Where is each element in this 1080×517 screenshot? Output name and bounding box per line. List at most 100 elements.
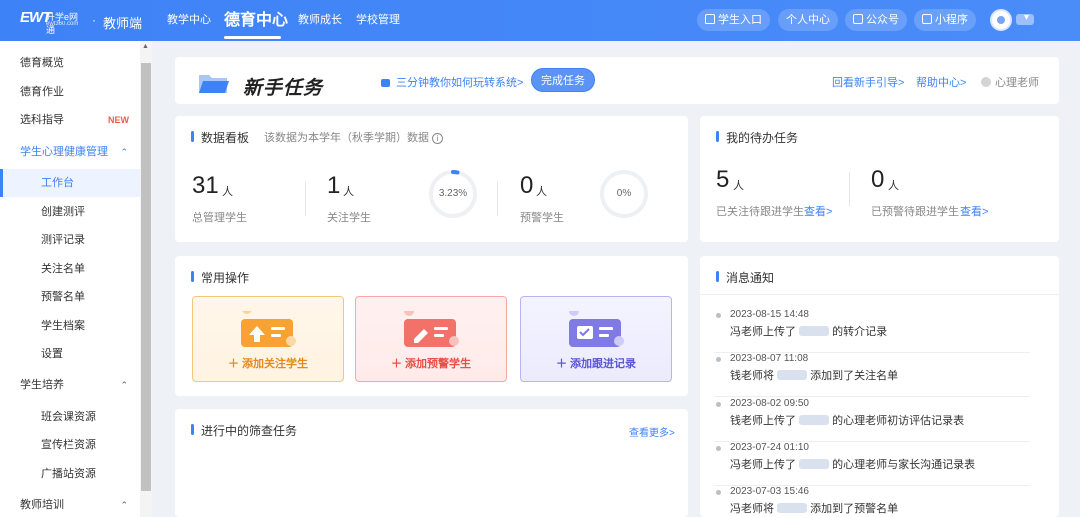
sidebar-item-label: 设置 xyxy=(41,348,63,360)
view-followed-link[interactable]: 查看> xyxy=(804,203,832,219)
complete-task-button[interactable]: 完成任务 xyxy=(531,68,595,92)
divider xyxy=(497,182,498,216)
user-menu-caret-icon[interactable]: ▾ xyxy=(1024,12,1029,23)
sidebar-item-label: 学生心理健康管理 xyxy=(20,146,108,158)
ewt-logo[interactable]: EWT 升学e网通 ewt360.com xyxy=(20,9,86,35)
help-center-link[interactable]: 帮助中心> xyxy=(916,74,966,90)
sidebar-item-label: 学生档案 xyxy=(41,320,85,332)
sidebar-item-attention-list[interactable]: 关注名单 xyxy=(0,255,140,283)
teacher-role: 心理老师 xyxy=(981,74,1039,90)
add-attention-student-button[interactable]: ＋ 添加关注学生 xyxy=(192,296,344,382)
operations-title: 常用操作 xyxy=(191,269,249,286)
total-students-label: 总管理学生 xyxy=(192,212,247,224)
sidebar-group-mental-health[interactable]: 学生心理健康管理 ⌃ xyxy=(0,138,140,166)
sidebar-group-teacher-training[interactable]: 教师培训 ⌃ xyxy=(0,491,140,517)
personal-center-label: 个人中心 xyxy=(786,14,830,26)
screening-tasks-card: 进行中的筛查任务 查看更多> xyxy=(175,409,688,517)
sidebar-group-student-cultivation[interactable]: 学生培养 ⌃ xyxy=(0,371,140,399)
notification-text: 钱老师上传了 的心理老师初访评估记录表 xyxy=(730,412,964,428)
sidebar-item-create-assessment[interactable]: 创建测评 xyxy=(0,198,140,226)
sidebar-item-label: 学生培养 xyxy=(20,379,64,391)
notification-text: 冯老师上传了 的心理老师与家长沟通记录表 xyxy=(730,456,975,472)
sidebar-item-broadcast-resources[interactable]: 广播站资源 xyxy=(0,460,140,488)
add-warning-student-button[interactable]: ＋ 添加预警学生 xyxy=(355,296,507,382)
sidebar-item-label: 宣传栏资源 xyxy=(41,439,96,451)
review-guide-link[interactable]: 回看新手引导> xyxy=(832,74,904,90)
student-entry-label: 学生入口 xyxy=(718,14,762,26)
sidebar-item-label: 预警名单 xyxy=(41,291,85,303)
sidebar-item-assessment-records[interactable]: 测评记录 xyxy=(0,226,140,254)
chevron-up-icon: ⌃ xyxy=(120,147,128,157)
sidebar-item-bulletin-resources[interactable]: 宣传栏资源 xyxy=(0,431,140,459)
view-warned-link[interactable]: 查看> xyxy=(960,203,988,219)
add-warning-student-label: ＋ 添加预警学生 xyxy=(390,358,472,370)
role-separator: · xyxy=(92,13,96,27)
sidebar-item-label: 选科指导 xyxy=(20,114,64,126)
logo-domain: ewt360.com xyxy=(46,21,79,27)
nav-teaching-center[interactable]: 教学中心 xyxy=(167,0,211,41)
warned-pending-label: 已预警待跟进学生 xyxy=(871,206,959,218)
screening-title: 进行中的筛查任务 xyxy=(191,422,297,439)
attention-students-label: 关注学生 xyxy=(327,212,371,224)
teacher-role-label: 心理老师 xyxy=(995,77,1039,89)
folder-icon xyxy=(199,75,229,93)
sidebar-item-moral-homework[interactable]: 德育作业 xyxy=(0,78,140,106)
followup-record-illustration xyxy=(569,311,624,347)
add-followup-record-label: ＋ 添加跟进记录 xyxy=(555,358,637,370)
divider xyxy=(849,172,850,206)
new-badge: NEW xyxy=(108,115,129,125)
notification-suffix: 的心理老师初访评估记录表 xyxy=(832,415,965,427)
sidebar-scroll-thumb[interactable] xyxy=(141,63,151,491)
sidebar-item-label: 班会课资源 xyxy=(41,411,96,423)
notification-text: 钱老师将 添加到了关注名单 xyxy=(730,367,898,383)
redacted-student-name xyxy=(799,459,830,469)
banner-title: 新手任务 xyxy=(243,78,324,99)
sidebar-item-subject-guide[interactable]: 选科指导 NEW xyxy=(0,106,140,134)
active-nav-indicator xyxy=(224,36,281,39)
sidebar-item-workbench[interactable]: 工作台 xyxy=(0,169,140,197)
sidebar-item-label: 工作台 xyxy=(41,177,74,189)
notification-item[interactable]: 2023-08-07 11:08 钱老师将 添加到了关注名单 xyxy=(714,353,1030,397)
redacted-student-name xyxy=(799,415,830,425)
sidebar: 德育概览 德育作业 选科指导 NEW 学生心理健康管理 ⌃ 工作台 创建测评 测评记… xyxy=(0,41,152,517)
user-avatar[interactable] xyxy=(990,9,1012,31)
notification-item[interactable]: 2023-07-24 01:10 冯老师上传了 的心理老师与家长沟通记录表 xyxy=(714,442,1030,486)
notification-prefix: 冯老师上传了 xyxy=(730,326,796,338)
todo-tasks-card: 我的待办任务 5 人 已关注待跟进学生 查看> 0 人 已预警待跟进学生 查看> xyxy=(700,116,1059,242)
todo-title: 我的待办任务 xyxy=(716,129,798,146)
warned-pending-value: 0 xyxy=(871,166,885,193)
divider xyxy=(305,182,306,216)
official-account-button[interactable]: 公众号 xyxy=(845,9,907,31)
role-label: 教师端 xyxy=(103,16,143,31)
student-entry-button[interactable]: 学生入口 xyxy=(697,9,770,31)
followed-pending-label: 已关注待跟进学生 xyxy=(716,206,804,218)
common-operations-card: 常用操作 ＋ 添加关注学生 ＋ 添加预警学生 ＋ 添加跟进记录 xyxy=(175,256,688,396)
scroll-up-arrow-icon[interactable]: ▲ xyxy=(142,43,149,50)
view-more-link[interactable]: 查看更多> xyxy=(629,424,675,439)
sidebar-item-settings[interactable]: 设置 xyxy=(0,340,140,368)
sidebar-item-class-meeting-resources[interactable]: 班会课资源 xyxy=(0,403,140,431)
redacted-student-name xyxy=(777,370,808,380)
nav-school-management[interactable]: 学校管理 xyxy=(356,0,400,41)
sidebar-item-warning-list[interactable]: 预警名单 xyxy=(0,283,140,311)
sidebar-item-label: 测评记录 xyxy=(41,234,85,246)
nav-teacher-growth[interactable]: 教师成长 xyxy=(298,0,342,41)
warning-students-label: 预警学生 xyxy=(520,212,564,224)
notification-suffix: 添加到了预警名单 xyxy=(810,503,899,515)
notification-item[interactable]: 2023-07-03 15:46 冯老师将 添加到了预警名单 xyxy=(714,486,1030,517)
personal-center-button[interactable]: 个人中心 xyxy=(778,9,838,31)
sidebar-item-moral-overview[interactable]: 德育概览 xyxy=(0,49,140,77)
notifications-title: 消息通知 xyxy=(716,269,774,286)
notification-item[interactable]: 2023-08-02 09:50 钱老师上传了 的心理老师初访评估记录表 xyxy=(714,398,1030,442)
add-followup-record-button[interactable]: ＋ 添加跟进记录 xyxy=(520,296,672,382)
tutorial-video-link[interactable]: 三分钟教你如何玩转系统> xyxy=(381,74,523,90)
sidebar-item-student-files[interactable]: 学生档案 xyxy=(0,312,140,340)
mini-program-button[interactable]: 小程序 xyxy=(914,9,976,31)
notification-item[interactable]: 2023-08-15 14:48 冯老师上传了 的转介记录 xyxy=(714,309,1030,353)
notification-prefix: 钱老师上传了 xyxy=(730,415,796,427)
info-icon[interactable]: i xyxy=(432,133,443,144)
notification-prefix: 冯老师上传了 xyxy=(730,459,796,471)
nav-moral-education-center[interactable]: 德育中心 xyxy=(224,0,288,41)
warning-percent-label: 0% xyxy=(616,188,632,199)
onboarding-banner: 新手任务 三分钟教你如何玩转系统> 完成任务 回看新手引导> 帮助中心> 心理老… xyxy=(175,57,1059,104)
